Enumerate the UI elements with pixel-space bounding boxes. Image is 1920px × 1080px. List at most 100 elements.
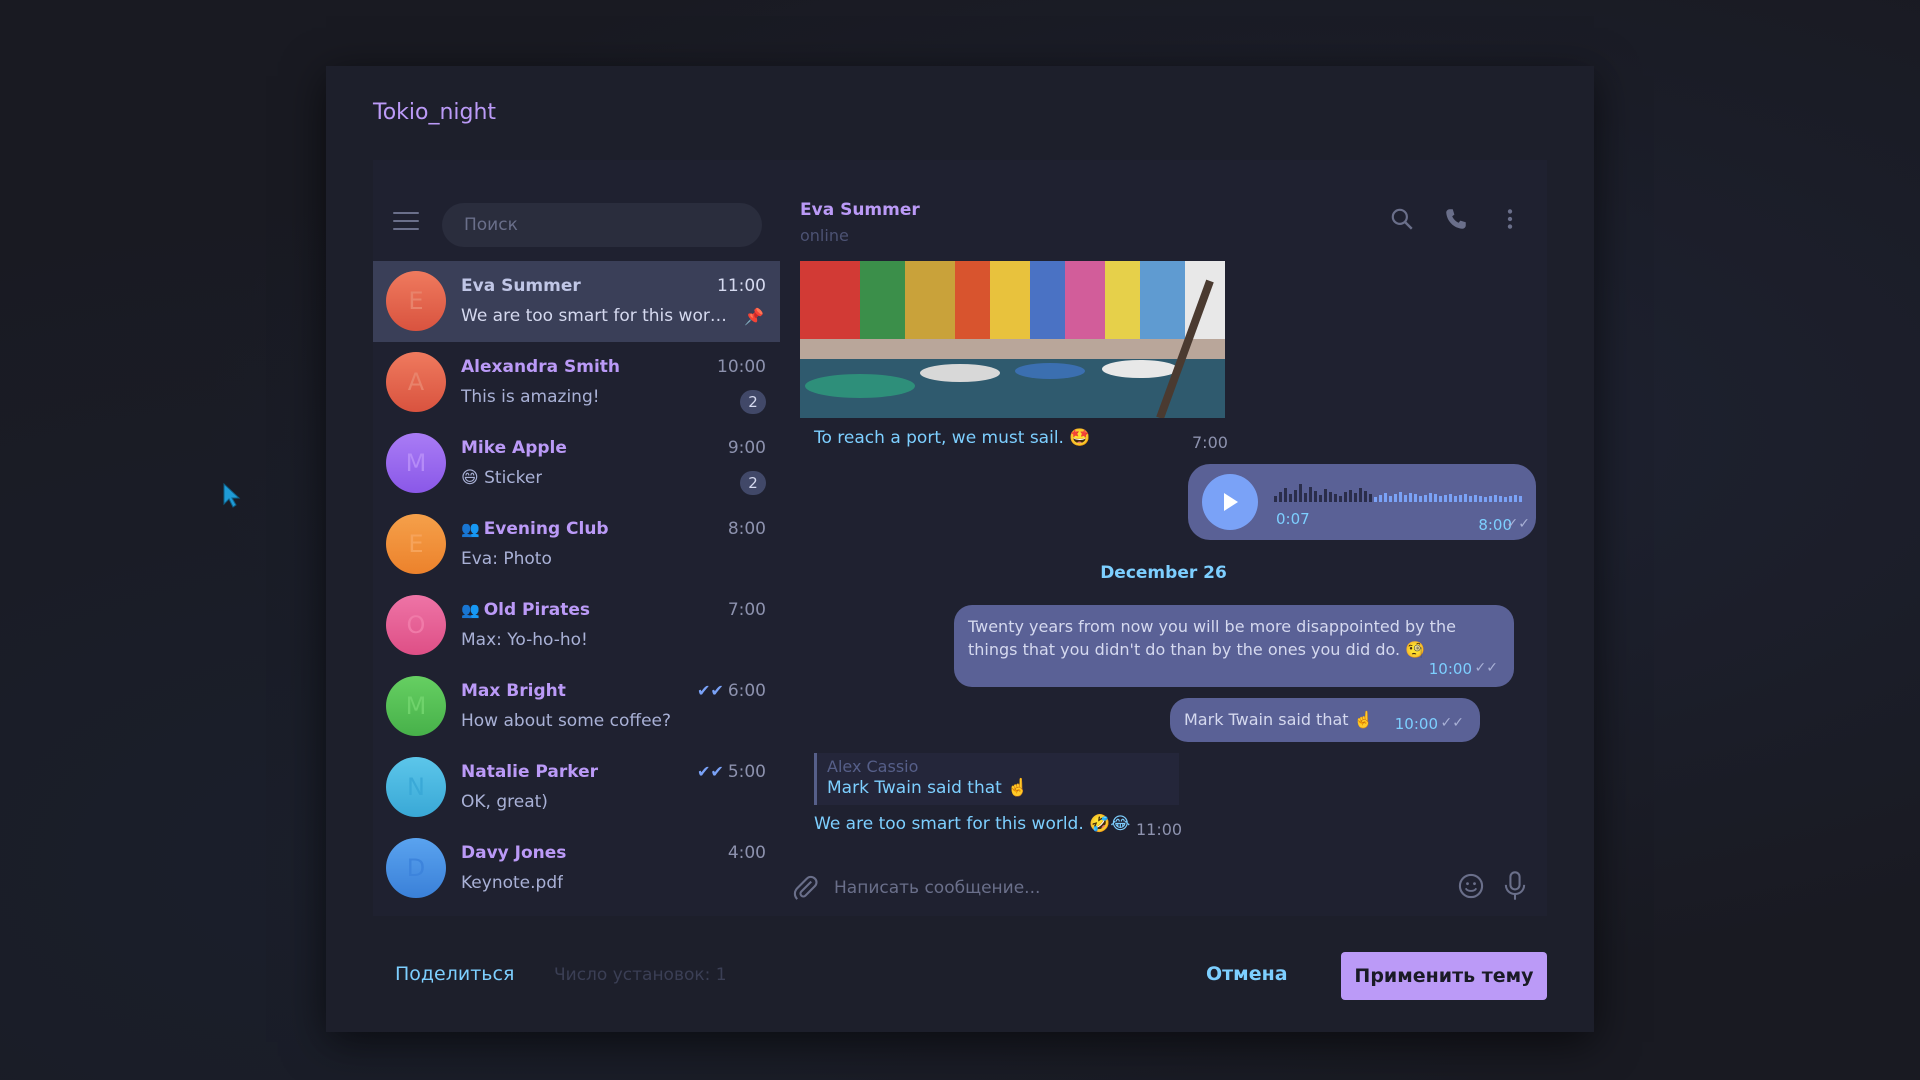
- waveform-bar: [1414, 494, 1417, 502]
- read-checks-icon: ✓✓: [1474, 660, 1498, 676]
- waveform-bar: [1294, 490, 1297, 502]
- reply-author: Alex Cassio: [827, 757, 919, 776]
- chat-item-max-bright[interactable]: M Max Bright ✔✔ 6:00 How about some coffe…: [373, 666, 780, 747]
- waveform-bar: [1514, 495, 1517, 502]
- message-time: 7:00: [1192, 433, 1228, 452]
- attach-icon[interactable]: [792, 874, 820, 902]
- waveform-bar: [1459, 495, 1462, 502]
- chat-item-old-pirates[interactable]: O 👥 Old Pirates 7:00 Max: Yo-ho-ho!: [373, 585, 780, 666]
- chat-item-natalie-parker[interactable]: N Natalie Parker ✔✔ 5:00 OK, great): [373, 747, 780, 828]
- chat-time: 9:00: [727, 438, 766, 458]
- emoji-icon[interactable]: [1457, 872, 1485, 900]
- chat-time: 11:00: [717, 276, 766, 296]
- photo-message[interactable]: [800, 261, 1225, 418]
- install-count: Число установок: 1: [554, 965, 727, 985]
- chat-name: Alexandra Smith: [461, 357, 621, 377]
- mouse-cursor-icon: [223, 482, 241, 508]
- waveform-bar: [1394, 494, 1397, 502]
- waveform-bar: [1279, 492, 1282, 502]
- peer-name[interactable]: Eva Summer: [800, 200, 920, 220]
- waveform-bar: [1424, 495, 1427, 502]
- waveform-bar: [1324, 489, 1327, 502]
- message-text: Twenty years from now you will be more d…: [968, 617, 1456, 659]
- message-composer: [780, 856, 1547, 916]
- chat-item-evening-club[interactable]: E 👥 Evening Club 8:00 Eva: Photo: [373, 504, 780, 585]
- outgoing-message[interactable]: Twenty years from now you will be more d…: [954, 605, 1514, 687]
- waveform-bar: [1379, 495, 1382, 502]
- play-button[interactable]: [1202, 474, 1258, 530]
- message-time: 10:00: [1394, 715, 1438, 733]
- conversation-panel: Eva Summer online To reach a port, we mu…: [780, 160, 1547, 916]
- waveform-bar: [1354, 493, 1357, 502]
- hamburger-menu-icon[interactable]: [393, 212, 419, 232]
- group-icon: 👥: [461, 520, 480, 538]
- more-vertical-icon[interactable]: [1497, 206, 1523, 232]
- chat-last-message: We are too smart for this world. ...: [461, 306, 731, 326]
- microphone-icon[interactable]: [1501, 870, 1529, 902]
- waveform-bar: [1489, 496, 1492, 502]
- waveform-bar: [1374, 497, 1377, 502]
- waveform-bar: [1369, 494, 1372, 502]
- chat-time: 8:00: [727, 519, 766, 539]
- message-text: Mark Twain said that ☝️: [1184, 710, 1374, 729]
- waveform-bar: [1364, 491, 1367, 502]
- search-input[interactable]: [442, 203, 762, 247]
- voice-message: 0:07 8:00 ✓✓: [1188, 464, 1536, 540]
- chat-last-message: 😄 Sticker: [461, 468, 543, 488]
- waveform-bar: [1399, 492, 1402, 502]
- waveform-bar: [1309, 487, 1312, 502]
- waveform-bar: [1409, 493, 1412, 502]
- waveform-bar: [1499, 496, 1502, 502]
- reply-quote[interactable]: Alex Cassio Mark Twain said that ☝️: [814, 753, 1179, 805]
- read-checks-icon: ✓✓: [1506, 516, 1530, 532]
- avatar: E: [386, 271, 446, 331]
- chat-list: E Eva Summer 11:00 We are too smart for …: [373, 261, 780, 909]
- header-actions: [1389, 206, 1523, 232]
- waveform-bar: [1454, 496, 1457, 502]
- chat-last-message: How about some coffee?: [461, 711, 672, 731]
- waveform-bar: [1484, 497, 1487, 502]
- message-time: 11:00: [1136, 820, 1183, 839]
- cancel-button[interactable]: Отмена: [1206, 963, 1288, 985]
- chat-item-alexandra-smith[interactable]: A Alexandra Smith 10:00 This is amazing!…: [373, 342, 780, 423]
- search-icon[interactable]: [1389, 206, 1415, 232]
- chat-last-message: Keynote.pdf: [461, 873, 564, 893]
- chat-item-eva-summer[interactable]: E Eva Summer 11:00 We are too smart for …: [373, 261, 780, 342]
- waveform[interactable]: [1274, 478, 1524, 504]
- waveform-bar: [1439, 496, 1442, 502]
- chat-name: 👥 Evening Club: [461, 519, 609, 539]
- peer-status: online: [800, 226, 849, 245]
- reply-quote-text: Mark Twain said that ☝️: [827, 778, 1029, 798]
- canal-photo: [800, 261, 1225, 418]
- chat-name: Davy Jones: [461, 843, 567, 863]
- share-link[interactable]: Поделиться: [395, 963, 514, 985]
- chat-item-mike-apple[interactable]: M Mike Apple 9:00 😄 Sticker 2: [373, 423, 780, 504]
- waveform-bar: [1319, 495, 1322, 502]
- unread-badge: 2: [740, 471, 766, 495]
- apply-theme-button[interactable]: Применить тему: [1341, 952, 1547, 1000]
- waveform-bar: [1429, 493, 1432, 502]
- pin-icon: 📌: [744, 307, 764, 326]
- theme-title: Tokio_night: [373, 100, 497, 125]
- waveform-bar: [1519, 496, 1522, 502]
- phone-icon[interactable]: [1443, 206, 1469, 232]
- avatar: N: [386, 757, 446, 817]
- waveform-bar: [1304, 493, 1307, 502]
- waveform-bar: [1329, 492, 1332, 502]
- waveform-bar: [1464, 494, 1467, 502]
- waveform-bar: [1479, 496, 1482, 502]
- waveform-bar: [1449, 494, 1452, 502]
- chat-last-message: Eva: Photo: [461, 549, 552, 569]
- chat-item-davy-jones[interactable]: D Davy Jones 4:00 Keynote.pdf: [373, 828, 780, 909]
- waveform-bar: [1284, 488, 1287, 502]
- unread-badge: 2: [740, 390, 766, 414]
- chat-name: Max Bright: [461, 681, 566, 701]
- avatar: D: [386, 838, 446, 898]
- message-input[interactable]: [832, 868, 1406, 908]
- chat-name: Mike Apple: [461, 438, 567, 458]
- date-separator: December 26: [1100, 563, 1227, 583]
- avatar: O: [386, 595, 446, 655]
- chat-last-message: OK, great): [461, 792, 548, 812]
- outgoing-message[interactable]: Mark Twain said that ☝️ 10:00 ✓✓: [1170, 698, 1480, 742]
- waveform-bar: [1289, 494, 1292, 502]
